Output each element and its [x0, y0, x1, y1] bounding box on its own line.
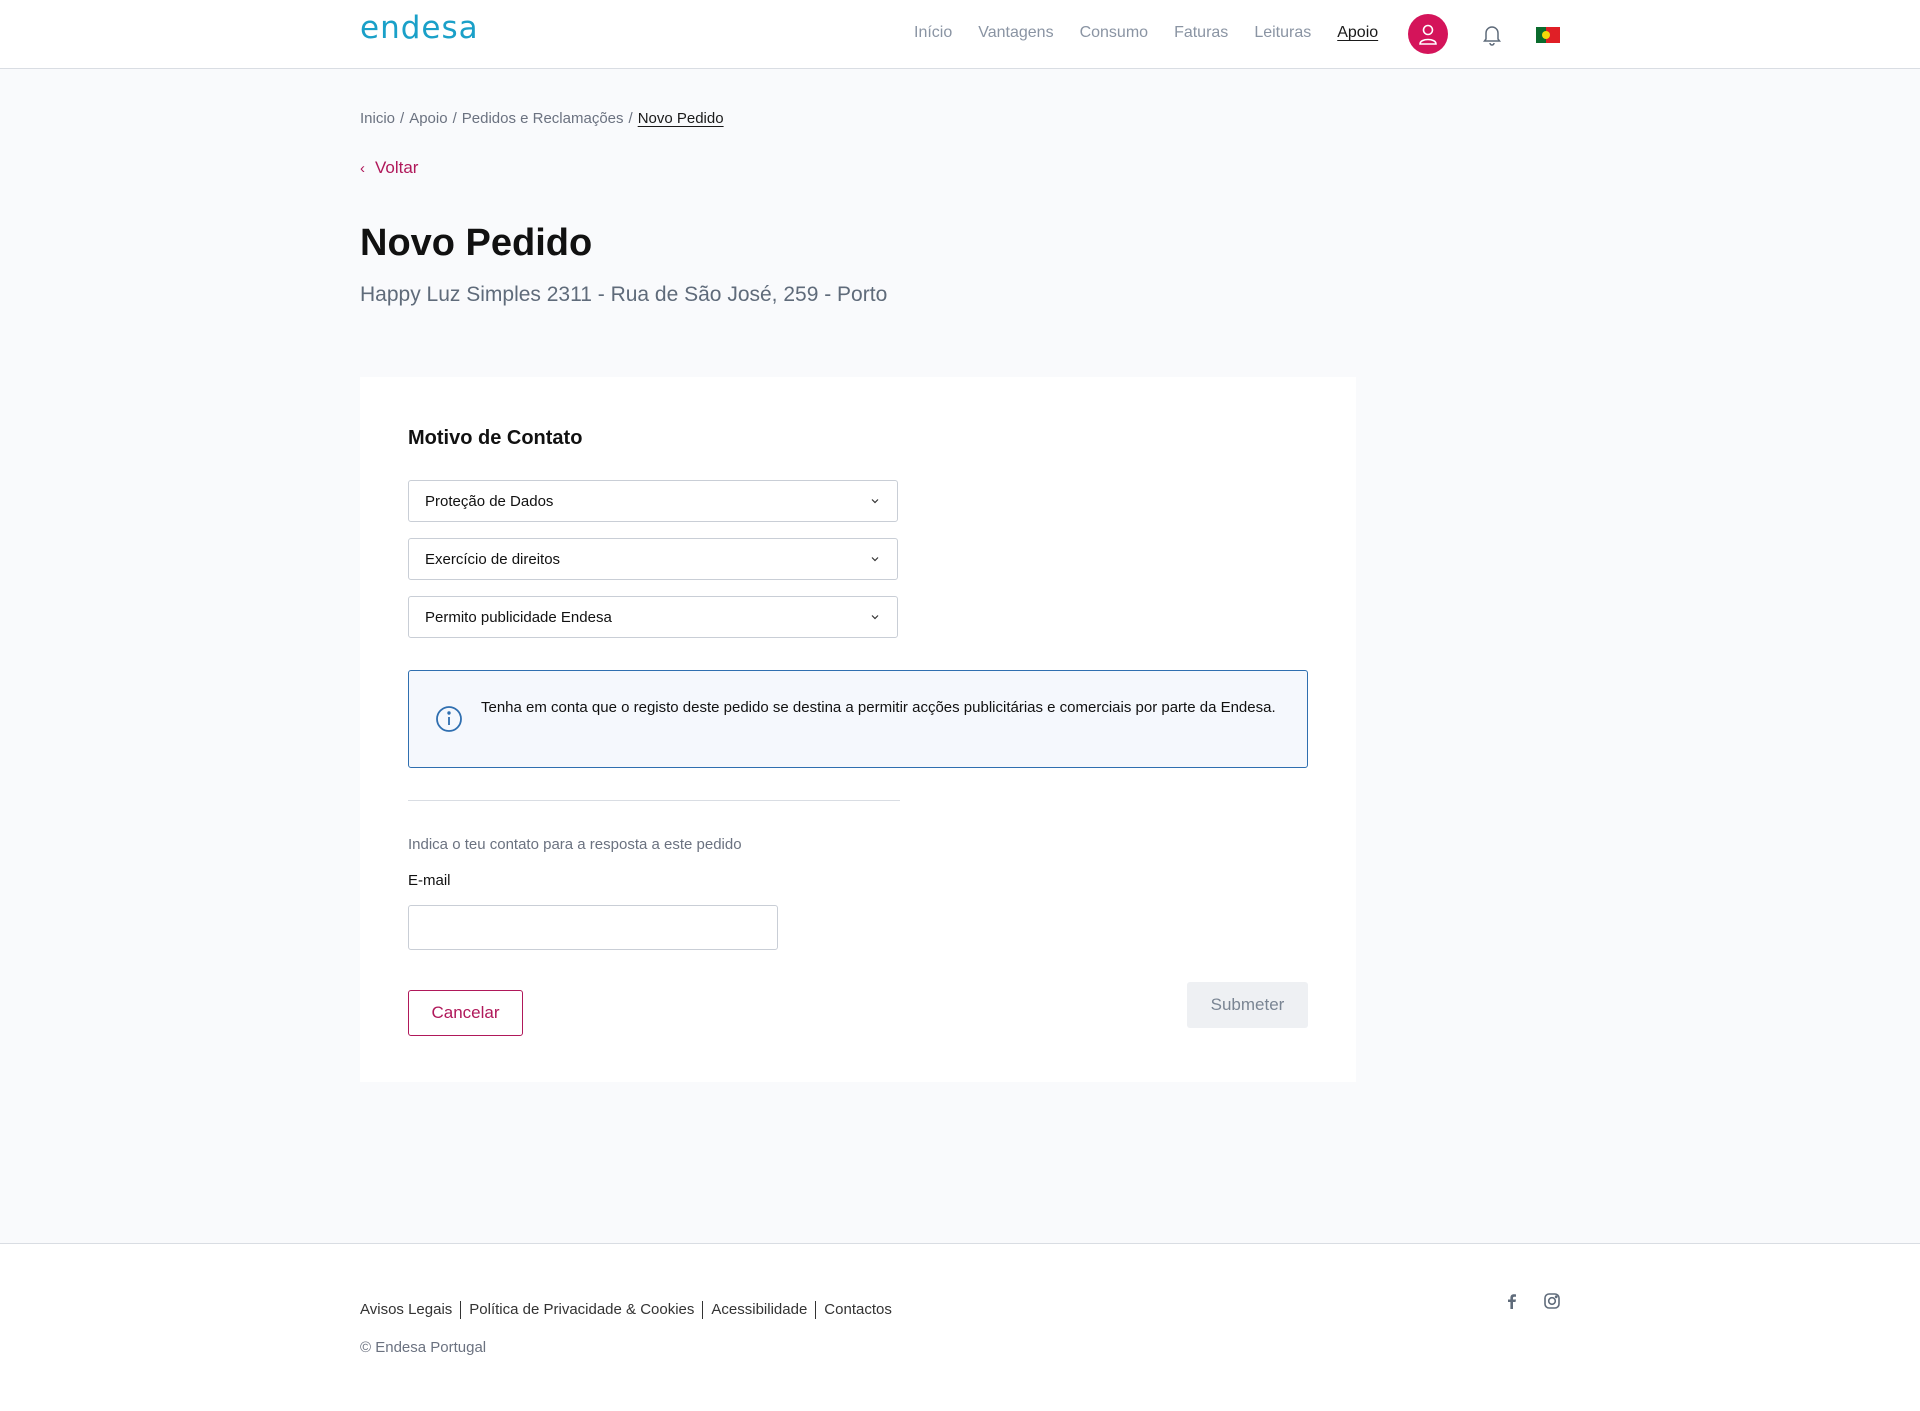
breadcrumb: Inicio / Apoio / Pedidos e Reclamações /…	[360, 110, 729, 127]
chevron-down-icon	[871, 499, 879, 504]
breadcrumb-separator: /	[628, 110, 633, 127]
email-field[interactable]	[408, 905, 778, 950]
breadcrumb-separator: /	[452, 110, 457, 127]
cancel-button[interactable]: Cancelar	[408, 990, 523, 1036]
user-avatar-button[interactable]	[1408, 14, 1448, 54]
submit-button[interactable]: Submeter	[1187, 982, 1308, 1028]
section-title: Motivo de Contato	[408, 427, 583, 449]
breadcrumb-inicio[interactable]: Inicio	[360, 110, 395, 127]
header: endesa Início Vantagens Consumo Faturas …	[0, 0, 1920, 69]
nav-leituras[interactable]: Leituras	[1254, 24, 1311, 42]
main-nav: Início Vantagens Consumo Faturas Leitura…	[914, 24, 1404, 42]
nav-consumo[interactable]: Consumo	[1080, 24, 1148, 42]
nav-apoio[interactable]: Apoio	[1337, 24, 1378, 42]
breadcrumb-current: Novo Pedido	[637, 110, 724, 127]
nav-inicio[interactable]: Início	[914, 24, 952, 42]
portugal-flag-icon[interactable]	[1536, 27, 1560, 43]
request-form-card: Motivo de Contato Proteção de Dados Exer…	[360, 377, 1356, 1082]
nav-faturas[interactable]: Faturas	[1174, 24, 1228, 42]
email-label: E-mail	[408, 872, 451, 889]
info-text: Tenha em conta que o registo deste pedid…	[481, 699, 1276, 716]
page-subtitle: Happy Luz Simples 2311 - Rua de São José…	[360, 283, 888, 306]
chevron-left-icon: ‹	[360, 159, 365, 177]
breadcrumb-apoio[interactable]: Apoio	[409, 110, 447, 127]
nav-vantagens[interactable]: Vantagens	[978, 24, 1053, 42]
copyright: © Endesa Portugal	[360, 1339, 487, 1356]
back-link[interactable]: ‹ Voltar	[360, 158, 418, 178]
footer-link-avisos-legais[interactable]: Avisos Legais	[360, 1301, 460, 1319]
user-icon	[1419, 24, 1437, 45]
bell-icon[interactable]	[1480, 22, 1504, 46]
endesa-logo[interactable]: endesa	[360, 10, 479, 46]
contact-hint: Indica o teu contato para a resposta a e…	[408, 836, 742, 853]
footer: Avisos Legais Política de Privacidade & …	[0, 1243, 1920, 1411]
select-reason[interactable]: Permito publicidade Endesa	[408, 596, 898, 638]
page-title: Novo Pedido	[360, 222, 593, 264]
instagram-icon[interactable]	[1542, 1291, 1562, 1311]
breadcrumb-pedidos[interactable]: Pedidos e Reclamações	[462, 110, 624, 127]
breadcrumb-separator: /	[400, 110, 405, 127]
footer-link-privacidade[interactable]: Política de Privacidade & Cookies	[460, 1301, 702, 1319]
info-icon	[436, 706, 462, 732]
footer-link-acessibilidade[interactable]: Acessibilidade	[702, 1301, 815, 1319]
facebook-icon[interactable]	[1502, 1291, 1522, 1311]
footer-link-contactos[interactable]: Contactos	[815, 1301, 900, 1319]
divider	[408, 800, 900, 801]
select-category[interactable]: Proteção de Dados	[408, 480, 898, 522]
select-reason-value: Permito publicidade Endesa	[425, 609, 612, 626]
back-label: Voltar	[375, 158, 419, 177]
footer-links: Avisos Legais Política de Privacidade & …	[360, 1301, 900, 1319]
select-subcategory[interactable]: Exercício de direitos	[408, 538, 898, 580]
select-category-value: Proteção de Dados	[425, 493, 554, 510]
logo-text: endesa	[360, 10, 479, 46]
chevron-down-icon	[871, 557, 879, 562]
info-notice: Tenha em conta que o registo deste pedid…	[408, 670, 1308, 768]
select-subcategory-value: Exercício de direitos	[425, 551, 561, 568]
chevron-down-icon	[871, 615, 879, 620]
